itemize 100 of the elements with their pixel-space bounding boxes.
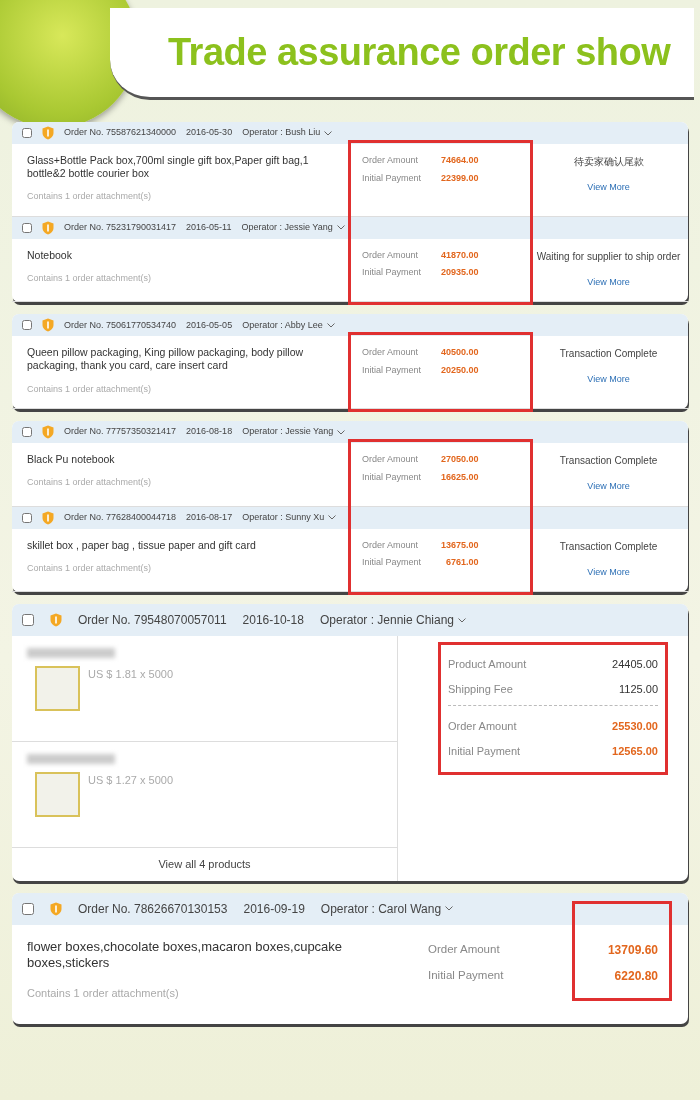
amount-label: Order Amount xyxy=(448,719,517,734)
order-number: Order No. 75061770534740 xyxy=(64,318,177,332)
amount-label: Initial Payment xyxy=(362,363,422,377)
amount-label: Order Amount xyxy=(362,248,420,262)
product-description: Glass+Bottle Pack box,700ml single gift box,Paper gift bag,1 bottle&2 bottle courier box xyxy=(27,154,310,181)
product-description: skillet box , paper bag , tissue paper and gift card xyxy=(27,538,257,552)
shield-icon xyxy=(42,510,54,525)
order-number: Order No. 77757350321417 xyxy=(64,425,177,439)
amount-value: 22399.00 xyxy=(441,171,479,185)
operator-name: Operator : Sunny Xu xyxy=(242,510,325,524)
amount-value: 27050.00 xyxy=(441,453,479,466)
caret-icon[interactable] xyxy=(326,322,335,328)
amount-value: 20250.00 xyxy=(441,363,479,377)
order-date: 2016-05-05 xyxy=(186,318,233,332)
attachment-note: Contains 1 order attachment(s) xyxy=(27,271,153,285)
order-date: 2016-10-18 xyxy=(242,612,304,629)
view-more-link[interactable]: View More xyxy=(587,565,630,579)
amount-value: 24405.00 xyxy=(612,657,658,672)
order-number: Order No. 79548070057011 xyxy=(78,612,227,629)
checkbox[interactable] xyxy=(22,512,32,523)
order-date: 2016-09-19 xyxy=(243,900,305,918)
amount-value: 13709.60 xyxy=(606,941,658,959)
checkbox[interactable] xyxy=(22,222,32,233)
product-description: Black Pu notebook xyxy=(27,453,116,467)
caret-icon[interactable] xyxy=(324,130,333,136)
amount-label: Order Amount xyxy=(362,453,420,466)
order-number: Order No. 75587621340000 xyxy=(64,126,177,140)
order-date: 2016-05-30 xyxy=(186,126,233,140)
checkbox[interactable] xyxy=(22,128,32,138)
view-more-link[interactable]: View More xyxy=(587,373,630,387)
product-thumbnail xyxy=(35,772,80,817)
caret-icon[interactable] xyxy=(336,225,345,231)
view-more-link[interactable]: View More xyxy=(587,181,630,195)
amount-label: Initial Payment xyxy=(448,743,521,759)
operator-name: Operator : Carol Wang xyxy=(320,900,442,918)
shield-icon xyxy=(50,613,62,627)
order-status: Transaction Complete xyxy=(558,347,659,362)
shield-icon xyxy=(50,901,62,916)
order-number: Order No. 77628400044718 xyxy=(64,510,177,524)
amount-label: Initial Payment xyxy=(428,967,505,983)
view-more-link[interactable]: View More xyxy=(587,480,630,494)
shield-icon xyxy=(42,318,54,333)
operator-name: Operator : Jennie Chiang xyxy=(319,612,455,629)
order-date: 2016-08-18 xyxy=(186,425,233,439)
operator-name: Operator : Abby Lee xyxy=(242,318,323,332)
caret-icon[interactable] xyxy=(337,429,346,435)
checkbox[interactable] xyxy=(22,427,32,437)
product-description: flower boxes,chocolate boxes,macaron boxes,cupcake boxes,stickers xyxy=(27,938,344,971)
operator-name: Operator : Jessie Yang xyxy=(242,425,334,439)
amount-value: 20935.00 xyxy=(441,266,479,280)
amount-value: 6220.80 xyxy=(613,967,658,985)
amount-value: 74664.00 xyxy=(441,154,479,167)
amount-value: 13675.00 xyxy=(441,538,479,552)
order-number: Order No. 78626670130153 xyxy=(78,900,228,918)
order-status: Waiting for supplier to ship order xyxy=(535,249,682,264)
product-price: US $ 1.81 x 5000 xyxy=(88,667,173,682)
amount-value: 16625.00 xyxy=(441,470,479,484)
amount-value: 1125.00 xyxy=(619,681,658,697)
operator-name: Operator : Jessie Yang xyxy=(241,221,333,234)
checkbox[interactable] xyxy=(22,320,32,331)
order-date: 2016-08-17 xyxy=(186,510,233,524)
amount-label: Initial Payment xyxy=(362,556,422,569)
order-date: 2016-05-11 xyxy=(186,221,232,234)
view-more-link[interactable]: View More xyxy=(587,275,630,290)
banner-title: Trade assurance order show xyxy=(168,30,671,75)
shield-icon xyxy=(42,425,54,439)
amount-label: Initial Payment xyxy=(362,470,422,484)
amount-label: Initial Payment xyxy=(362,171,422,185)
amount-value: 25530.00 xyxy=(612,719,658,734)
amount-value: 41870.00 xyxy=(441,248,479,262)
amount-value: 12565.00 xyxy=(612,743,658,759)
order-number: Order No. 75231790031417 xyxy=(64,221,177,234)
attachment-note: Contains 1 order attachment(s) xyxy=(27,476,153,490)
order-status: Transaction Complete xyxy=(558,539,659,554)
amount-label: Order Amount xyxy=(362,154,420,167)
caret-icon[interactable] xyxy=(328,515,337,520)
attachment-note: Contains 1 order attachment(s) xyxy=(27,561,153,575)
product-price: US $ 1.27 x 5000 xyxy=(88,773,173,788)
amount-label: Product Amount xyxy=(448,657,527,672)
attachment-note: Contains 1 order attachment(s) xyxy=(27,382,153,396)
caret-icon[interactable] xyxy=(458,617,467,623)
amount-value: 6761.00 xyxy=(445,556,479,569)
caret-icon[interactable] xyxy=(445,906,454,911)
amount-value: 40500.00 xyxy=(441,346,479,360)
order-status: 待卖家确认尾款 xyxy=(572,155,645,169)
amount-label: Order Amount xyxy=(362,538,420,552)
amount-label: Initial Payment xyxy=(362,266,422,280)
amount-label: Order Amount xyxy=(362,346,420,360)
checkbox[interactable] xyxy=(22,902,34,915)
attachment-note: Contains 1 order attachment(s) xyxy=(27,986,180,1001)
order-status: Transaction Complete xyxy=(558,454,659,468)
attachment-note: Contains 1 order attachment(s) xyxy=(27,190,153,204)
shield-icon xyxy=(42,220,54,235)
checkbox[interactable] xyxy=(22,614,34,626)
amount-label: Shipping Fee xyxy=(448,681,513,697)
product-description: Notebook xyxy=(27,248,73,262)
product-description: Queen pillow packaging, King pillow packaging, body pillow packaging, thank you card, care insert card xyxy=(27,346,305,373)
view-all-link[interactable]: View all 4 products xyxy=(12,848,397,881)
shield-icon xyxy=(42,126,54,140)
operator-name: Operator : Bush Liu xyxy=(242,126,321,140)
